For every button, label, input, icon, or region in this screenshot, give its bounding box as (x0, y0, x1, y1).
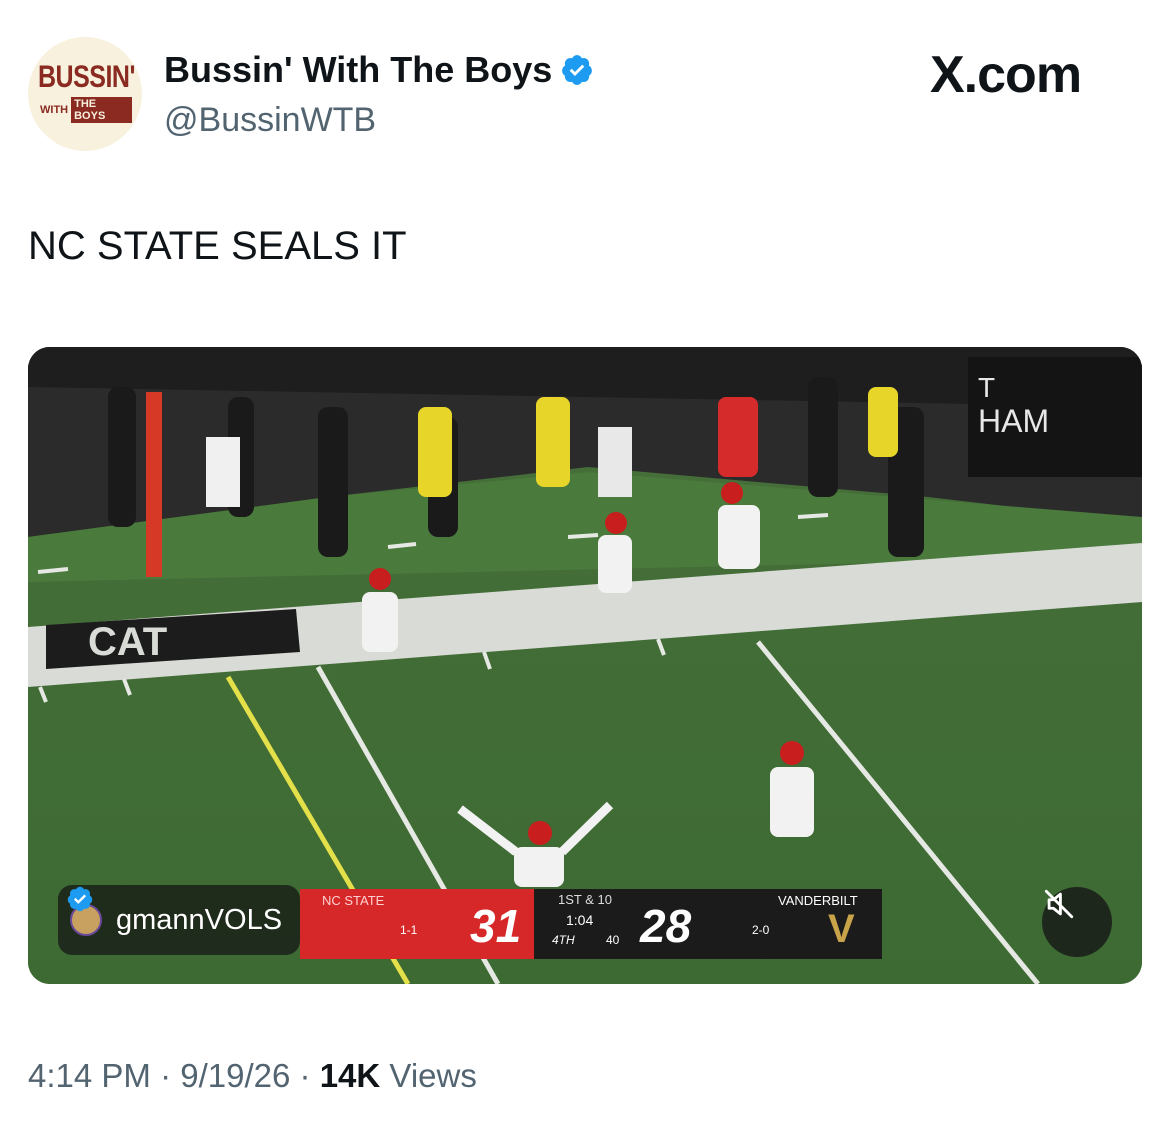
author-name-row[interactable]: Bussin' With The Boys (164, 49, 594, 91)
meta-separator: · (160, 1057, 172, 1094)
author-display-name[interactable]: Bussin' With The Boys (164, 49, 552, 91)
creator-name: gmannVOLS (116, 903, 283, 936)
post-meta: 4:14 PM · 9/19/26 · 14K Views (28, 1057, 477, 1095)
video-player[interactable]: HAM T CAT NC STATE 1-1 31 1ST & 10 1:04 … (28, 347, 1142, 984)
scoreboard-overlay: NC STATE 1-1 31 1ST & 10 1:04 4TH 40 28 … (300, 889, 882, 959)
stadium-sign-text-2: T (978, 372, 995, 403)
home-team-record: 1-1 (400, 923, 418, 937)
down-distance: 1ST & 10 (558, 892, 612, 907)
away-team-record: 2-0 (752, 923, 770, 937)
muted-speaker-icon (1044, 889, 1074, 919)
home-team-name: NC STATE (322, 893, 385, 908)
author-handle[interactable]: @BussinWTB (164, 101, 376, 140)
author-avatar[interactable]: BUSSIN' WITH THE BOYS (28, 37, 142, 151)
game-clock: 1:04 (566, 912, 594, 928)
verified-badge-icon (67, 886, 93, 912)
avatar-logo-with: WITH (40, 104, 69, 116)
post-date[interactable]: 9/19/26 (180, 1057, 290, 1094)
video-creator-tag[interactable]: gmannVOLS (58, 885, 301, 955)
verified-badge-icon (562, 55, 593, 85)
views-count: 14K (319, 1057, 381, 1094)
views-label: Views (389, 1057, 477, 1094)
avatar-logo-subtitle: WITH THE BOYS (40, 97, 132, 123)
vanderbilt-logo: V (828, 907, 855, 951)
end-zone-text: CAT (88, 620, 167, 664)
away-team-name: VANDERBILT (778, 893, 858, 908)
stadium-sign-text: HAM (978, 403, 1049, 439)
source-label: X.com (930, 46, 1082, 104)
home-team-score: 31 (470, 900, 522, 952)
post-text: NC STATE SEALS IT (28, 224, 407, 268)
avatar-logo-wordmark: BUSSIN' (38, 59, 135, 95)
post-time[interactable]: 4:14 PM (28, 1057, 151, 1094)
mute-button[interactable] (1042, 887, 1112, 957)
avatar-logo-boys: THE BOYS (71, 97, 132, 123)
meta-separator: · (299, 1057, 311, 1094)
play-clock: 40 (606, 933, 620, 947)
away-team-score: 28 (640, 900, 692, 952)
game-quarter: 4TH (552, 933, 575, 947)
